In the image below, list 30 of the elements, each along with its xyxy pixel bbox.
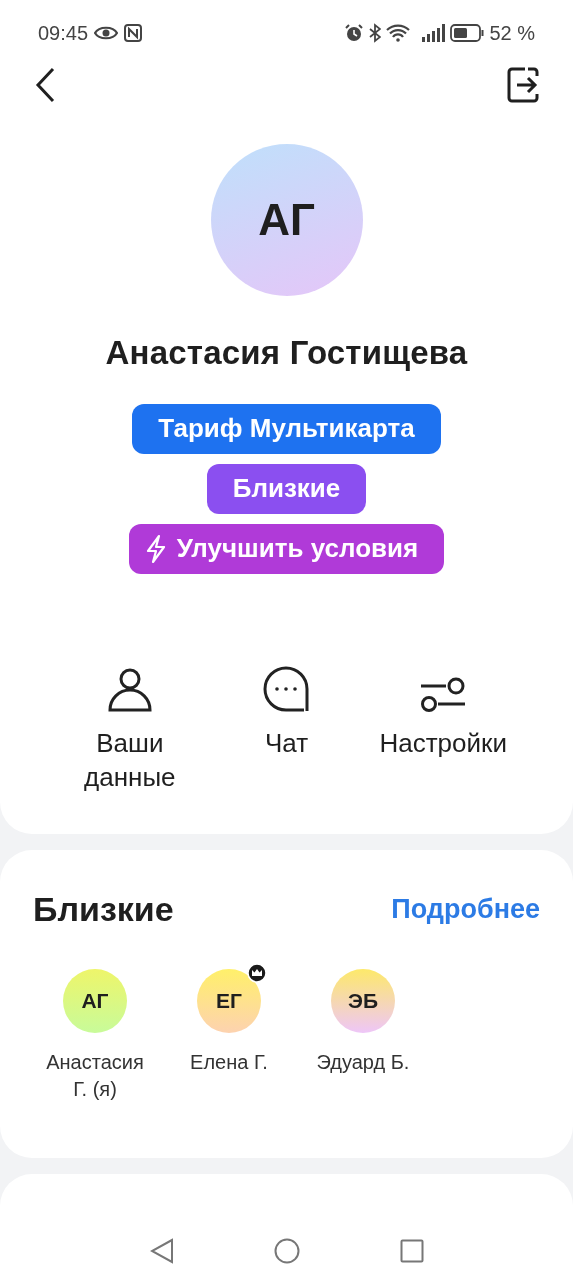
nfc-icon — [124, 24, 143, 42]
battery-icon — [450, 24, 485, 42]
signal-icon — [421, 24, 446, 42]
crown-icon — [247, 962, 267, 983]
member-name: Эдуард Б. — [315, 1049, 411, 1075]
member-name: Анастасия Г. (я) — [45, 1049, 145, 1102]
back-nav-button[interactable] — [149, 1238, 174, 1264]
member-avatar[interactable]: ЭБ — [331, 968, 395, 1033]
settings-icon — [420, 675, 467, 712]
member-avatar[interactable]: ЕГ — [197, 968, 261, 1033]
recents-nav-button[interactable] — [399, 1239, 424, 1263]
bluetooth-icon — [369, 23, 382, 43]
profile-avatar: АГ — [210, 144, 363, 296]
profile-name: Анастасия Гостищева — [105, 333, 468, 373]
member-name: Елена Г. — [189, 1049, 269, 1075]
chat-icon — [263, 665, 310, 712]
section-title: Близкие — [33, 888, 174, 930]
person-icon — [106, 667, 153, 712]
battery-percent: 52 % — [489, 21, 535, 46]
clock-time: 09:45 — [38, 21, 89, 46]
member-avatar[interactable]: АГ — [63, 968, 127, 1033]
tag-button[interactable]: Улучшить условия — [128, 523, 445, 574]
details-link[interactable]: Подробнее — [391, 888, 540, 930]
tag-button[interactable]: Близкие — [206, 463, 367, 514]
eye-icon — [94, 25, 119, 41]
home-nav-button[interactable] — [273, 1238, 300, 1264]
wifi-icon — [386, 24, 411, 42]
tag-button[interactable]: Тариф Мультикарта — [132, 403, 441, 454]
alarm-icon — [344, 23, 365, 43]
lightning-icon — [144, 533, 167, 564]
